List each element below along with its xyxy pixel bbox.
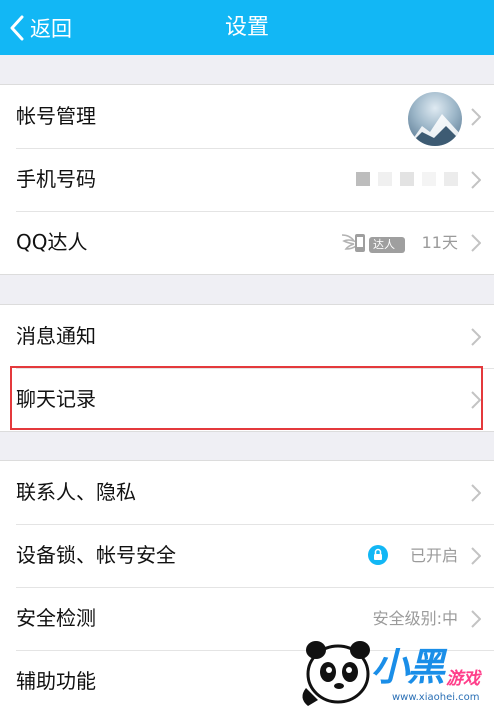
settings-group-messages: 消息通知 聊天记录 xyxy=(0,304,494,432)
title-bar: 返回 设置 xyxy=(0,0,494,55)
row-label: 设备锁、帐号安全 xyxy=(16,543,176,567)
watermark-logo: 小黑 游戏 www.xiaohei.com xyxy=(296,628,494,709)
row-label: 聊天记录 xyxy=(16,387,96,411)
lock-icon xyxy=(368,545,388,565)
row-message-notifications[interactable]: 消息通知 xyxy=(0,305,494,368)
row-label: 联系人、隐私 xyxy=(16,480,136,504)
row-label: 安全检测 xyxy=(16,606,96,630)
row-contacts-privacy[interactable]: 联系人、隐私 xyxy=(0,461,494,524)
back-label: 返回 xyxy=(30,16,72,41)
chevron-right-icon xyxy=(471,547,481,565)
security-status: 已开启 xyxy=(409,546,458,565)
chevron-left-icon xyxy=(10,15,24,40)
chevron-right-icon xyxy=(471,484,481,502)
chevron-right-icon xyxy=(471,328,481,346)
chevron-right-icon xyxy=(471,391,481,409)
row-label: 帐号管理 xyxy=(16,104,96,128)
watermark-url: www.xiaohei.com xyxy=(392,692,480,703)
masked-phone-number xyxy=(356,172,458,186)
expert-days: 11天 xyxy=(421,233,458,252)
chevron-right-icon xyxy=(471,108,481,126)
watermark-main-text: 小黑 xyxy=(371,645,445,689)
watermark-sub-text: 游戏 xyxy=(446,669,480,689)
page-title: 设置 xyxy=(224,15,269,40)
row-label: 手机号码 xyxy=(16,167,96,191)
row-label: QQ达人 xyxy=(16,230,88,254)
back-button[interactable]: 返回 xyxy=(10,0,72,55)
row-label: 辅助功能 xyxy=(16,669,96,693)
row-phone-number[interactable]: 手机号码 xyxy=(0,148,494,211)
row-device-lock-security[interactable]: 设备锁、帐号安全 已开启 xyxy=(0,524,494,587)
avatar xyxy=(408,92,462,146)
badge-text: 达人 xyxy=(373,238,395,251)
chevron-right-icon xyxy=(471,234,481,252)
chevron-right-icon xyxy=(471,171,481,189)
row-account-management[interactable]: 帐号管理 xyxy=(0,85,494,148)
chevron-right-icon xyxy=(471,610,481,628)
row-chat-history[interactable]: 聊天记录 xyxy=(0,368,494,431)
row-label: 消息通知 xyxy=(16,324,96,348)
qq-expert-badge: 达人 xyxy=(340,231,408,259)
row-qq-expert[interactable]: QQ达人 达人 11天 xyxy=(0,211,494,274)
panda-mascot-icon xyxy=(302,641,370,706)
settings-group-account: 帐号管理 手机号码 QQ达人 达人 11天 xyxy=(0,84,494,275)
